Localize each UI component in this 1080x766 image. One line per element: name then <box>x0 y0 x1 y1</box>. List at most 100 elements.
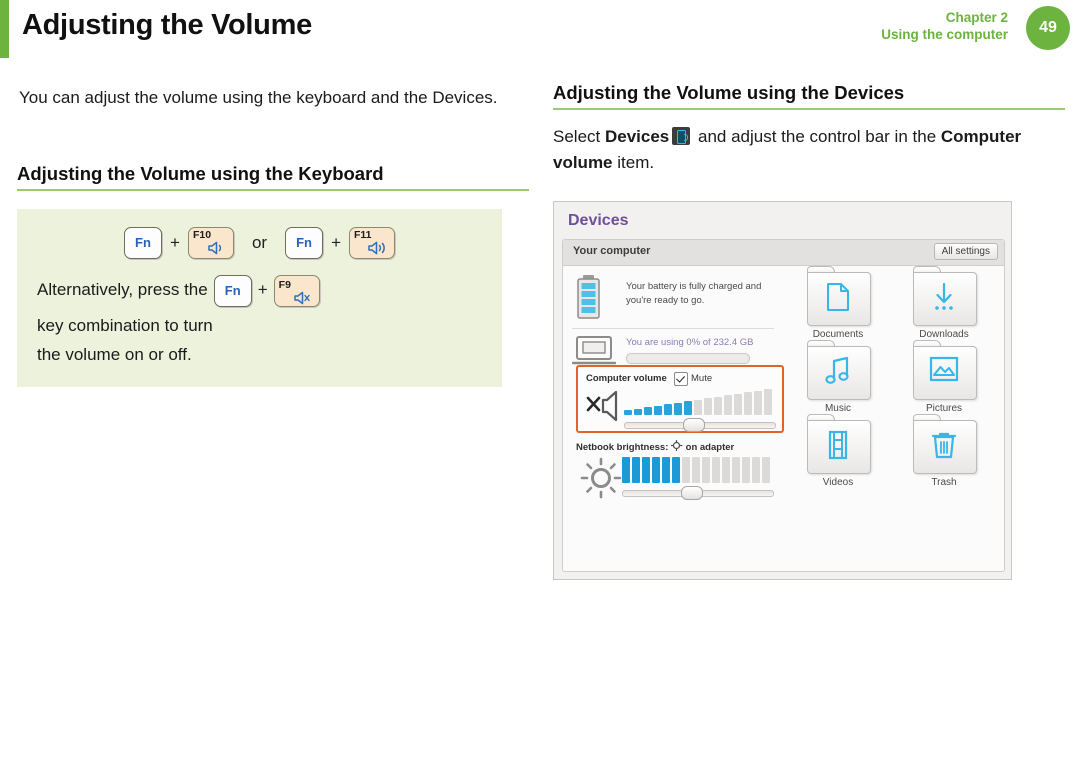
level-bar <box>732 457 740 483</box>
brightness-label-row: Netbook brightness: on adapter <box>576 439 784 453</box>
download-folder-icon[interactable] <box>913 266 977 326</box>
level-bar <box>762 457 770 483</box>
mute-checkbox[interactable] <box>674 372 688 386</box>
level-bar <box>712 457 720 483</box>
plus-sign-3: + <box>257 280 268 300</box>
left-column: You can adjust the volume using the keyb… <box>17 80 529 387</box>
alt-text-before: Alternatively, press the <box>37 280 208 300</box>
folders-grid: Documents Downloads Music Pictures Videos Tra… <box>785 266 997 494</box>
your-computer-header: Your computer All settings <box>563 240 1004 266</box>
videos-folder-icon[interactable] <box>807 414 871 474</box>
page-header: Adjusting the Volume Chapter 2 Using the… <box>0 0 1080 62</box>
level-bar <box>634 408 642 415</box>
volume-slider-knob[interactable] <box>683 418 706 432</box>
folder-item[interactable]: Trash <box>891 414 997 488</box>
plus-sign-2: + <box>331 232 341 252</box>
pictures-folder-icon[interactable] <box>913 340 977 400</box>
level-bar <box>694 399 702 415</box>
key-fn-3[interactable]: Fn <box>213 274 252 307</box>
chapter-name: Using the computer <box>881 26 1008 42</box>
level-bar <box>662 457 670 483</box>
computer-status-column: Your battery is fully charged and you're… <box>571 274 784 500</box>
level-bar <box>764 389 772 415</box>
brightness-label: Netbook brightness: <box>576 442 669 453</box>
devices-panel-title: Devices <box>568 212 629 229</box>
all-settings-button[interactable]: All settings <box>933 243 998 260</box>
level-bar <box>654 405 662 415</box>
level-bar <box>752 457 760 483</box>
alternative-instruction-line: Alternatively, press the Fn + F9 key com… <box>37 274 482 339</box>
volume-mute-speaker-icon <box>586 389 624 428</box>
document-folder-icon[interactable] <box>807 266 871 326</box>
document-page: Adjusting the Volume Chapter 2 Using the… <box>0 0 1080 766</box>
mute-label: Mute <box>691 373 713 384</box>
keyboard-callout-box: Fn + F10 or Fn + F11 Alternatively, pres… <box>17 208 502 387</box>
volume-slider[interactable] <box>624 418 776 432</box>
key-f9[interactable]: F9 <box>273 274 320 307</box>
level-bar <box>652 457 660 483</box>
level-bar <box>724 395 732 415</box>
folder-label: Videos <box>822 477 854 488</box>
brightness-slider[interactable] <box>622 486 774 500</box>
level-bar <box>672 457 680 483</box>
brightness-section: Netbook brightness: on adapter <box>576 439 784 501</box>
folder-glyph <box>807 430 869 460</box>
intro-paragraph: You can adjust the volume using the keyb… <box>19 88 498 107</box>
brightness-control-row <box>576 455 784 501</box>
alt-text-after: key combination to turn <box>37 315 213 335</box>
level-bar <box>622 457 630 483</box>
or-label: or <box>251 232 268 252</box>
computer-volume-control[interactable] <box>624 385 776 432</box>
folder-item[interactable]: Videos <box>785 414 891 488</box>
key-fn-2[interactable]: Fn <box>285 226 324 259</box>
level-bar <box>674 402 682 415</box>
folder-glyph <box>913 430 975 460</box>
brightness-inline-icon <box>670 439 686 453</box>
folder-glyph <box>807 356 869 386</box>
trash-folder-icon[interactable] <box>913 414 977 474</box>
folder-label: Downloads <box>919 329 969 340</box>
title-accent-bar <box>0 0 9 58</box>
level-bar <box>664 404 672 415</box>
storage-value: 0% of 232.4 GB <box>686 337 754 348</box>
folder-label: Pictures <box>925 403 963 414</box>
page-number-badge: 49 <box>1026 6 1070 50</box>
music-folder-icon[interactable] <box>807 340 871 400</box>
computer-volume-section: Computer volume Mute <box>576 365 784 433</box>
battery-line-2: you're ready to go. <box>626 294 705 306</box>
folder-item[interactable]: Pictures <box>891 340 997 414</box>
level-bar <box>704 398 712 415</box>
level-bar <box>642 457 650 483</box>
level-bar <box>744 392 752 415</box>
level-bar <box>624 410 632 415</box>
folder-label: Trash <box>931 477 957 488</box>
devices-icon <box>672 127 691 145</box>
level-bar <box>734 393 742 415</box>
volume-up-icon <box>367 240 389 256</box>
devices-section: Adjusting the Volume using the Devices <box>553 82 1065 110</box>
key-fn[interactable]: Fn <box>124 226 162 259</box>
volume-bars <box>624 385 776 415</box>
folder-item[interactable]: Documents <box>785 266 891 340</box>
keyboard-section: Adjusting the Volume using the Keyboard <box>17 163 529 191</box>
folder-label: Documents <box>812 329 864 340</box>
instruction-part-2: and adjust the control bar in the <box>693 127 941 146</box>
your-computer-panel: Your computer All settings Your battery … <box>562 239 1005 572</box>
level-bar <box>714 396 722 415</box>
level-bar <box>722 457 730 483</box>
folder-glyph <box>913 356 975 382</box>
instruction-part-3: item. <box>612 152 655 172</box>
brightness-slider-knob[interactable] <box>681 486 704 500</box>
instruction-part-1: Select <box>553 127 605 146</box>
devices-instruction: Select Devices and adjust the control ba… <box>553 124 1065 175</box>
key-f11[interactable]: F11 <box>349 226 395 259</box>
brightness-control[interactable] <box>622 455 774 500</box>
right-column: Adjusting the Volume using the Devices S… <box>553 80 1065 580</box>
level-bar <box>754 390 762 415</box>
brightness-bars <box>622 455 774 483</box>
folder-glyph <box>807 282 869 312</box>
folder-item[interactable]: Music <box>785 340 891 414</box>
folder-item[interactable]: Downloads <box>891 266 997 340</box>
key-f10[interactable]: F10 <box>187 226 234 259</box>
volume-down-icon <box>206 240 228 256</box>
